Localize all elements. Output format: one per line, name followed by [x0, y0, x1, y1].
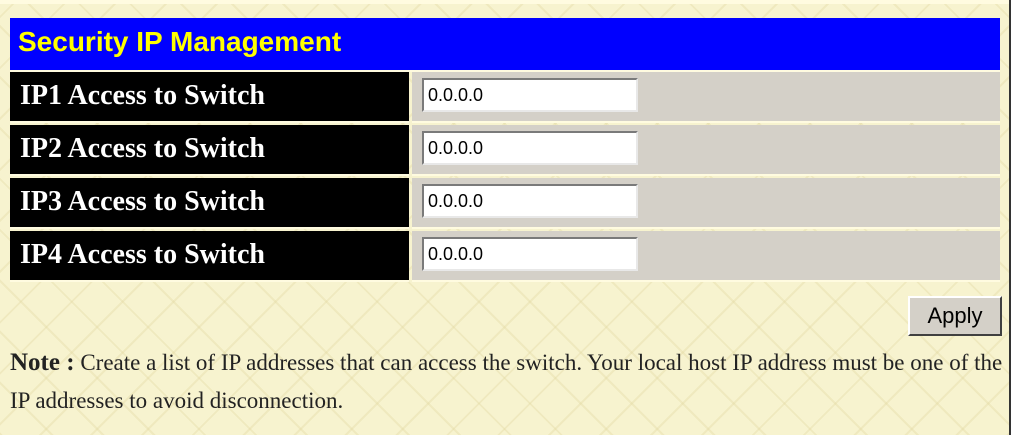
ip4-field-cell	[412, 231, 1000, 282]
ip1-field-cell	[412, 72, 1000, 123]
ip3-input[interactable]	[422, 184, 638, 218]
ip2-label: IP2 Access to Switch	[10, 125, 409, 176]
ip3-label: IP3 Access to Switch	[10, 178, 409, 229]
note-label: Note :	[10, 349, 75, 376]
section-header: Security IP Management	[10, 18, 1000, 72]
ip3-field-cell	[412, 178, 1000, 229]
ip3-row: IP3 Access to Switch	[10, 178, 1000, 229]
security-ip-panel: Security IP Management IP1 Access to Swi…	[0, 0, 1011, 435]
ip2-row: IP2 Access to Switch	[10, 125, 1000, 176]
ip2-field-cell	[412, 125, 1000, 176]
ip4-label: IP4 Access to Switch	[10, 231, 409, 282]
ip4-input[interactable]	[422, 237, 638, 271]
page-title: Security IP Management	[18, 26, 342, 57]
ip1-row: IP1 Access to Switch	[10, 72, 1000, 123]
ip2-input[interactable]	[422, 131, 638, 165]
top-divider	[0, 0, 1009, 4]
ip1-input[interactable]	[422, 78, 638, 112]
note-text: Note : Create a list of IP addresses tha…	[10, 344, 1005, 420]
ip1-label: IP1 Access to Switch	[10, 72, 409, 123]
ip4-row: IP4 Access to Switch	[10, 231, 1000, 282]
note-body: Create a list of IP addresses that can a…	[10, 350, 1003, 413]
apply-button[interactable]: Apply	[908, 296, 1002, 336]
